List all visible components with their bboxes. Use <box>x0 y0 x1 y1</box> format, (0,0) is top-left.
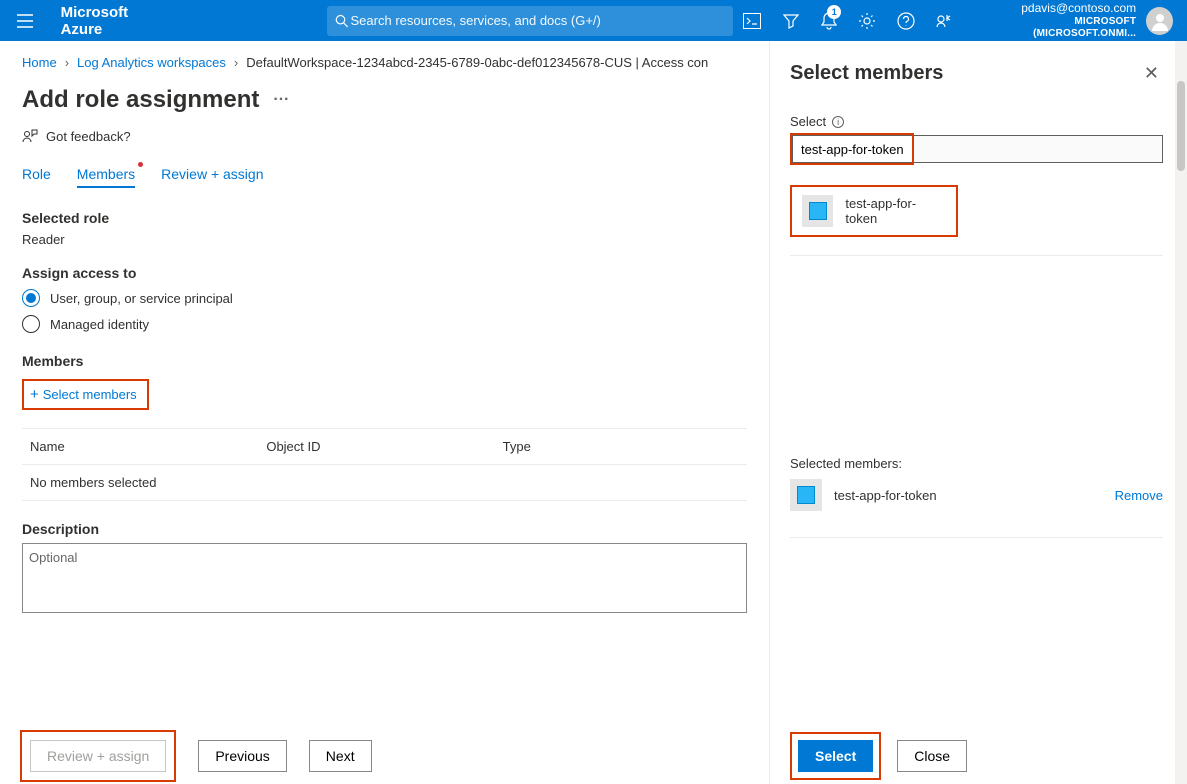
selected-member-name: test-app-for-token <box>834 488 937 503</box>
page-title: Add role assignment <box>22 86 259 114</box>
panel-scrollbar[interactable] <box>1175 41 1187 784</box>
tab-review[interactable]: Review + assign <box>161 166 263 188</box>
cloud-shell-icon[interactable] <box>733 0 771 41</box>
review-assign-button[interactable]: Review + assign <box>30 740 166 772</box>
top-bar: Microsoft Azure 1 pdavis@contoso.com MIC… <box>0 0 1187 41</box>
tab-members[interactable]: Members <box>77 166 135 188</box>
footer-bar: Review + assign Previous Next <box>0 728 769 784</box>
radio-icon <box>22 315 40 333</box>
scrollbar-thumb[interactable] <box>1177 81 1185 171</box>
description-label: Description <box>22 521 747 537</box>
select-search-input-tail[interactable] <box>914 135 1163 163</box>
plus-icon: + <box>30 387 39 402</box>
search-result-item[interactable]: test-app-for-token <box>790 185 958 237</box>
assign-access-label: Assign access to <box>22 265 747 281</box>
feedback-link[interactable]: Got feedback? <box>22 128 747 144</box>
breadcrumb-home[interactable]: Home <box>22 55 57 70</box>
breadcrumb-workspaces[interactable]: Log Analytics workspaces <box>77 55 226 70</box>
selected-role-label: Selected role <box>22 210 747 226</box>
panel-title: Select members <box>790 62 943 85</box>
col-objectid: Object ID <box>266 439 502 454</box>
user-block[interactable]: pdavis@contoso.com MICROSOFT (MICROSOFT.… <box>963 1 1142 39</box>
user-email: pdavis@contoso.com <box>975 1 1136 15</box>
col-type: Type <box>503 439 739 454</box>
tenant-name: MICROSOFT (MICROSOFT.ONMI... <box>975 16 1136 40</box>
hamburger-icon[interactable] <box>8 0 43 41</box>
members-label: Members <box>22 353 747 369</box>
remove-link[interactable]: Remove <box>1115 488 1163 503</box>
close-button[interactable]: Close <box>897 740 967 772</box>
search-result-name: test-app-for-token <box>845 196 946 226</box>
person-feedback-icon <box>22 128 38 144</box>
avatar[interactable] <box>1146 7 1173 35</box>
close-icon[interactable]: ✕ <box>1140 59 1163 88</box>
main-content: Home › Log Analytics workspaces › Defaul… <box>0 41 769 784</box>
feedback-icon[interactable] <box>925 0 963 41</box>
select-members-panel: Select members ✕ Select i test-app-for-t… <box>769 41 1187 784</box>
select-button[interactable]: Select <box>798 740 873 772</box>
selected-role-value: Reader <box>22 232 747 247</box>
tab-role[interactable]: Role <box>22 166 51 188</box>
filter-icon[interactable] <box>772 0 810 41</box>
tab-members-dirty-indicator <box>138 162 143 167</box>
previous-button[interactable]: Previous <box>198 740 286 772</box>
radio-user-group-sp[interactable]: User, group, or service principal <box>22 289 747 307</box>
search-icon <box>335 14 349 28</box>
next-button[interactable]: Next <box>309 740 372 772</box>
select-search-input[interactable] <box>792 135 912 163</box>
brand-label: Microsoft Azure <box>43 4 187 38</box>
description-input[interactable]: Optional <box>22 543 747 613</box>
info-icon[interactable]: i <box>832 116 844 128</box>
tabs: Role Members Review + assign <box>22 166 747 188</box>
global-search[interactable] <box>327 6 733 36</box>
notification-badge: 1 <box>827 5 841 19</box>
breadcrumb-rest: DefaultWorkspace-1234abcd-2345-6789-0abc… <box>246 55 708 70</box>
col-name: Name <box>30 439 266 454</box>
app-icon <box>802 195 833 227</box>
radio-managed-identity[interactable]: Managed identity <box>22 315 747 333</box>
breadcrumb: Home › Log Analytics workspaces › Defaul… <box>22 55 747 70</box>
members-table: Name Object ID Type No members selected <box>22 428 747 501</box>
selected-member-row: test-app-for-token Remove <box>790 471 1163 519</box>
select-members-link[interactable]: + Select members <box>28 383 143 406</box>
settings-icon[interactable] <box>848 0 886 41</box>
table-empty-text: No members selected <box>30 475 266 490</box>
selected-members-label: Selected members: <box>790 456 1163 471</box>
more-actions-icon[interactable]: ··· <box>273 91 289 109</box>
help-icon[interactable] <box>887 0 925 41</box>
app-icon <box>790 479 822 511</box>
global-search-input[interactable] <box>349 12 726 29</box>
notifications-icon[interactable]: 1 <box>810 0 848 41</box>
select-field-label: Select <box>790 114 826 129</box>
radio-icon <box>22 289 40 307</box>
panel-footer: Select Close <box>770 728 1187 784</box>
